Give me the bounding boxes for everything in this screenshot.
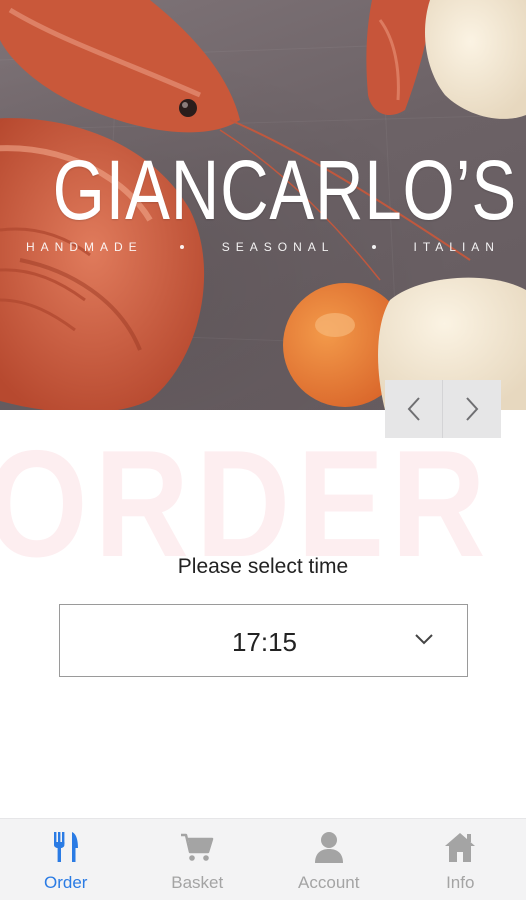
person-icon <box>312 829 346 865</box>
brand-logo: GIANCARLO’S <box>52 143 517 237</box>
house-icon <box>443 829 477 865</box>
hero-banner: GIANCARLO’S HANDMADE SEASONAL ITALIAN <box>0 0 526 410</box>
carousel-next-button[interactable] <box>443 380 501 438</box>
nav-item-info[interactable]: Info <box>395 819 526 900</box>
tagline-dot <box>371 245 376 249</box>
time-prompt: Please select time <box>177 555 349 578</box>
tagline-dot <box>180 245 185 249</box>
selected-time: 17:15 <box>231 627 298 657</box>
nav-label: Info <box>446 873 475 892</box>
nav-label: Basket <box>171 873 224 892</box>
nav-item-basket[interactable]: Basket <box>132 819 264 900</box>
chevron-down-icon <box>415 634 433 645</box>
chevron-right-icon <box>466 397 479 421</box>
chevron-left-icon <box>407 397 420 421</box>
nav-item-account[interactable]: Account <box>263 819 395 900</box>
fork-knife-icon <box>49 829 83 865</box>
nav-label: Order <box>44 873 88 892</box>
tagline-word: ITALIAN <box>413 240 500 254</box>
tagline-word: SEASONAL <box>221 240 335 254</box>
tagline-word: HANDMADE <box>26 240 143 254</box>
time-select[interactable]: 17:15 <box>59 604 468 677</box>
nav-label: Account <box>298 873 360 892</box>
cart-icon <box>180 829 214 865</box>
nav-item-order[interactable]: Order <box>0 819 132 900</box>
brand-tagline: HANDMADE SEASONAL ITALIAN <box>26 240 500 254</box>
carousel-controls <box>385 380 501 438</box>
carousel-prev-button[interactable] <box>385 380 443 438</box>
bottom-nav: Order Basket Account Info <box>0 818 526 900</box>
